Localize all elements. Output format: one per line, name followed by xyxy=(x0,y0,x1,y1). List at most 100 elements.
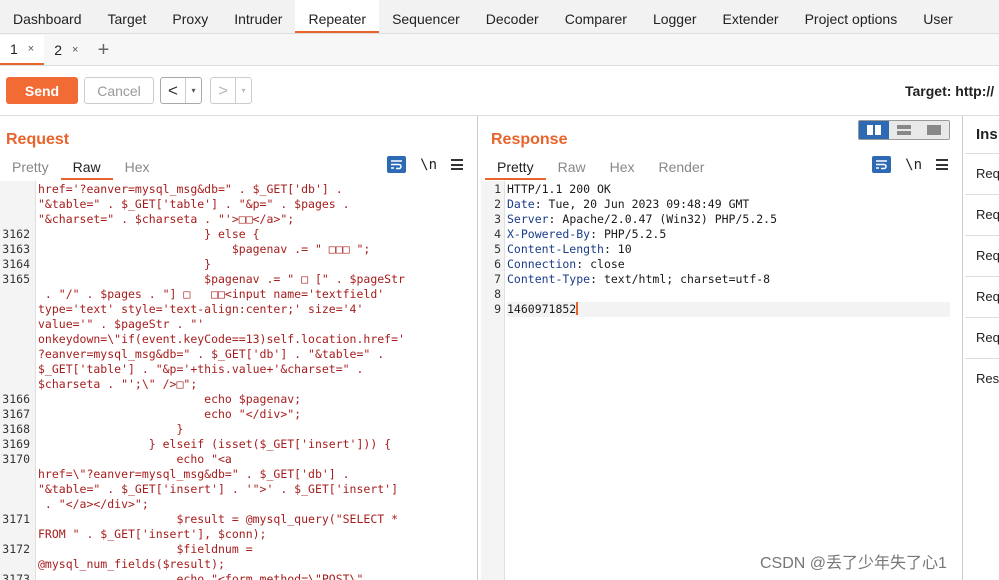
header-name: X-Powered-By xyxy=(507,227,591,241)
header-name: Date xyxy=(507,197,535,211)
show-newlines-icon[interactable]: \n xyxy=(420,157,437,173)
wrap-lines-icon[interactable] xyxy=(872,156,892,173)
menu-item-logger[interactable]: Logger xyxy=(640,0,710,33)
response-line xyxy=(507,287,950,302)
request-editor[interactable]: href='?eanver=mysql_msg&db=" . $_GET['db… xyxy=(0,181,477,580)
close-icon[interactable]: × xyxy=(72,44,78,56)
header-value: : 10 xyxy=(603,242,632,256)
line-number: 3166 xyxy=(2,392,30,406)
inspector-section[interactable]: Req xyxy=(965,276,999,317)
code-line: $pagenav .= " □ [" . $pageStr xyxy=(38,272,405,286)
back-arrow-icon[interactable]: < xyxy=(161,81,185,101)
menu-item-target[interactable]: Target xyxy=(95,0,160,33)
repeater-tab-2[interactable]: 2 × xyxy=(44,35,88,65)
add-tab-icon[interactable]: + xyxy=(88,35,118,65)
code-line: $result = @mysql_query("SELECT * xyxy=(38,512,399,526)
cancel-button[interactable]: Cancel xyxy=(84,77,154,104)
response-viewer[interactable]: 1 HTTP/1.1 200 OK 2 Date: Tue, 20 Jun 2023 … xyxy=(481,181,962,580)
code-line: } xyxy=(38,422,184,436)
close-icon[interactable]: × xyxy=(28,43,34,55)
code-line: onkeydown=\"if(event.keyCode==13)self.lo… xyxy=(38,332,405,346)
code-line: "&table=" . $_GET['insert'] . '">' . $_G… xyxy=(38,482,399,496)
inspector-section[interactable]: Req xyxy=(965,194,999,235)
inspector-section[interactable]: Req xyxy=(965,235,999,276)
send-button[interactable]: Send xyxy=(6,77,78,104)
menu-item-project-options[interactable]: Project options xyxy=(792,0,911,33)
request-view-tabs: Pretty Raw Hex xyxy=(0,154,162,180)
watermark: CSDN @丢了少年失了心1 xyxy=(760,555,947,572)
response-tab-pretty[interactable]: Pretty xyxy=(485,154,546,180)
line-number: 3 xyxy=(494,212,501,226)
request-tab-raw[interactable]: Raw xyxy=(60,154,113,180)
line-number: 3170 xyxy=(2,452,30,466)
menu-item-proxy[interactable]: Proxy xyxy=(159,0,221,33)
response-line: 1460971852 xyxy=(507,302,950,317)
header-name: Content-Length xyxy=(507,242,604,256)
response-line: Content-Type: text/html; charset=utf-8 xyxy=(507,272,950,287)
code-line: type='text' style='text-align:center;' s… xyxy=(38,302,364,316)
response-tab-render[interactable]: Render xyxy=(647,154,717,180)
repeater-tab-bar: 1 × 2 × + xyxy=(0,34,999,66)
response-view-tabs: Pretty Raw Hex Render xyxy=(485,154,716,180)
inspector-section[interactable]: Req xyxy=(965,153,999,194)
inspector-section[interactable]: Resp xyxy=(965,358,999,399)
menu-item-extender[interactable]: Extender xyxy=(710,0,792,33)
layout-switcher[interactable] xyxy=(858,120,950,140)
history-forward-group[interactable]: > ▾ xyxy=(210,77,252,104)
stacked-layout-icon[interactable] xyxy=(889,121,919,139)
header-value: : Apache/2.0.47 (Win32) PHP/5.2.5 xyxy=(548,212,778,226)
code-line: $charseta . "';\" />□"; xyxy=(38,377,198,391)
line-number: 3168 xyxy=(2,422,30,436)
side-by-side-layout-icon[interactable] xyxy=(859,121,889,139)
code-line: "&table=" . $_GET['table'] . "&p=" . $pa… xyxy=(38,197,350,211)
response-line: Server: Apache/2.0.47 (Win32) PHP/5.2.5 xyxy=(507,212,950,227)
menu-item-sequencer[interactable]: Sequencer xyxy=(379,0,473,33)
response-line: Connection: close xyxy=(507,257,950,272)
menu-item-dashboard[interactable]: Dashboard xyxy=(0,0,95,33)
repeater-tab-1[interactable]: 1 × xyxy=(0,35,45,65)
code-line: FROM " . $_GET['insert'], $conn); xyxy=(38,527,267,541)
menu-item-repeater[interactable]: Repeater xyxy=(295,0,380,33)
line-number: 4 xyxy=(494,227,501,241)
forward-dropdown-icon[interactable]: ▾ xyxy=(235,78,251,103)
request-pane-actions: \n xyxy=(387,156,463,173)
wrap-lines-icon[interactable] xyxy=(387,156,407,173)
request-tab-hex[interactable]: Hex xyxy=(113,154,162,180)
menu-item-user[interactable]: User xyxy=(910,0,966,33)
header-value: HTTP/1.1 200 OK xyxy=(507,182,611,196)
menu-item-decoder[interactable]: Decoder xyxy=(473,0,552,33)
response-title: Response xyxy=(491,131,568,148)
show-newlines-icon[interactable]: \n xyxy=(905,157,922,173)
header-value: : text/html; charset=utf-8 xyxy=(590,272,771,286)
line-number: 3164 xyxy=(2,257,30,271)
history-back-group[interactable]: < ▾ xyxy=(160,77,202,104)
target-label[interactable]: Target: http:// xyxy=(905,83,994,99)
menu-item-intruder[interactable]: Intruder xyxy=(221,0,295,33)
back-dropdown-icon[interactable]: ▾ xyxy=(185,78,201,103)
code-line: . "/" . $pages . "] □ □□<input name='tex… xyxy=(38,287,385,301)
request-tab-pretty[interactable]: Pretty xyxy=(0,154,61,180)
response-tab-hex[interactable]: Hex xyxy=(598,154,647,180)
line-number: 2 xyxy=(494,197,501,211)
menu-item-comparer[interactable]: Comparer xyxy=(552,0,640,33)
header-value: : Tue, 20 Jun 2023 09:48:49 GMT xyxy=(534,197,750,211)
tabbed-layout-icon[interactable] xyxy=(919,121,949,139)
forward-arrow-icon[interactable]: > xyxy=(211,81,235,101)
response-line: HTTP/1.1 200 OK xyxy=(507,182,950,197)
tab-label: 2 xyxy=(54,42,63,58)
response-line: Content-Length: 10 xyxy=(507,242,950,257)
line-number: 9 xyxy=(494,302,501,316)
inspector-section[interactable]: Req xyxy=(965,317,999,358)
line-number: 3163 xyxy=(2,242,30,256)
code-line: ?eanver=mysql_msg&db=" . $_GET['db'] . "… xyxy=(38,347,385,361)
response-tab-raw[interactable]: Raw xyxy=(546,154,598,180)
code-line: $fieldnum = xyxy=(38,542,253,556)
code-line: } elseif (isset($_GET['insert'])) { xyxy=(38,437,392,451)
response-line: Date: Tue, 20 Jun 2023 09:48:49 GMT xyxy=(507,197,950,212)
line-number: 3171 xyxy=(2,512,30,526)
code-line: value='" . $pageStr . "' xyxy=(38,317,205,331)
code-line: } xyxy=(38,257,212,271)
response-line: X-Powered-By: PHP/5.2.5 xyxy=(507,227,950,242)
menu-icon[interactable] xyxy=(936,159,948,170)
menu-icon[interactable] xyxy=(451,159,463,170)
